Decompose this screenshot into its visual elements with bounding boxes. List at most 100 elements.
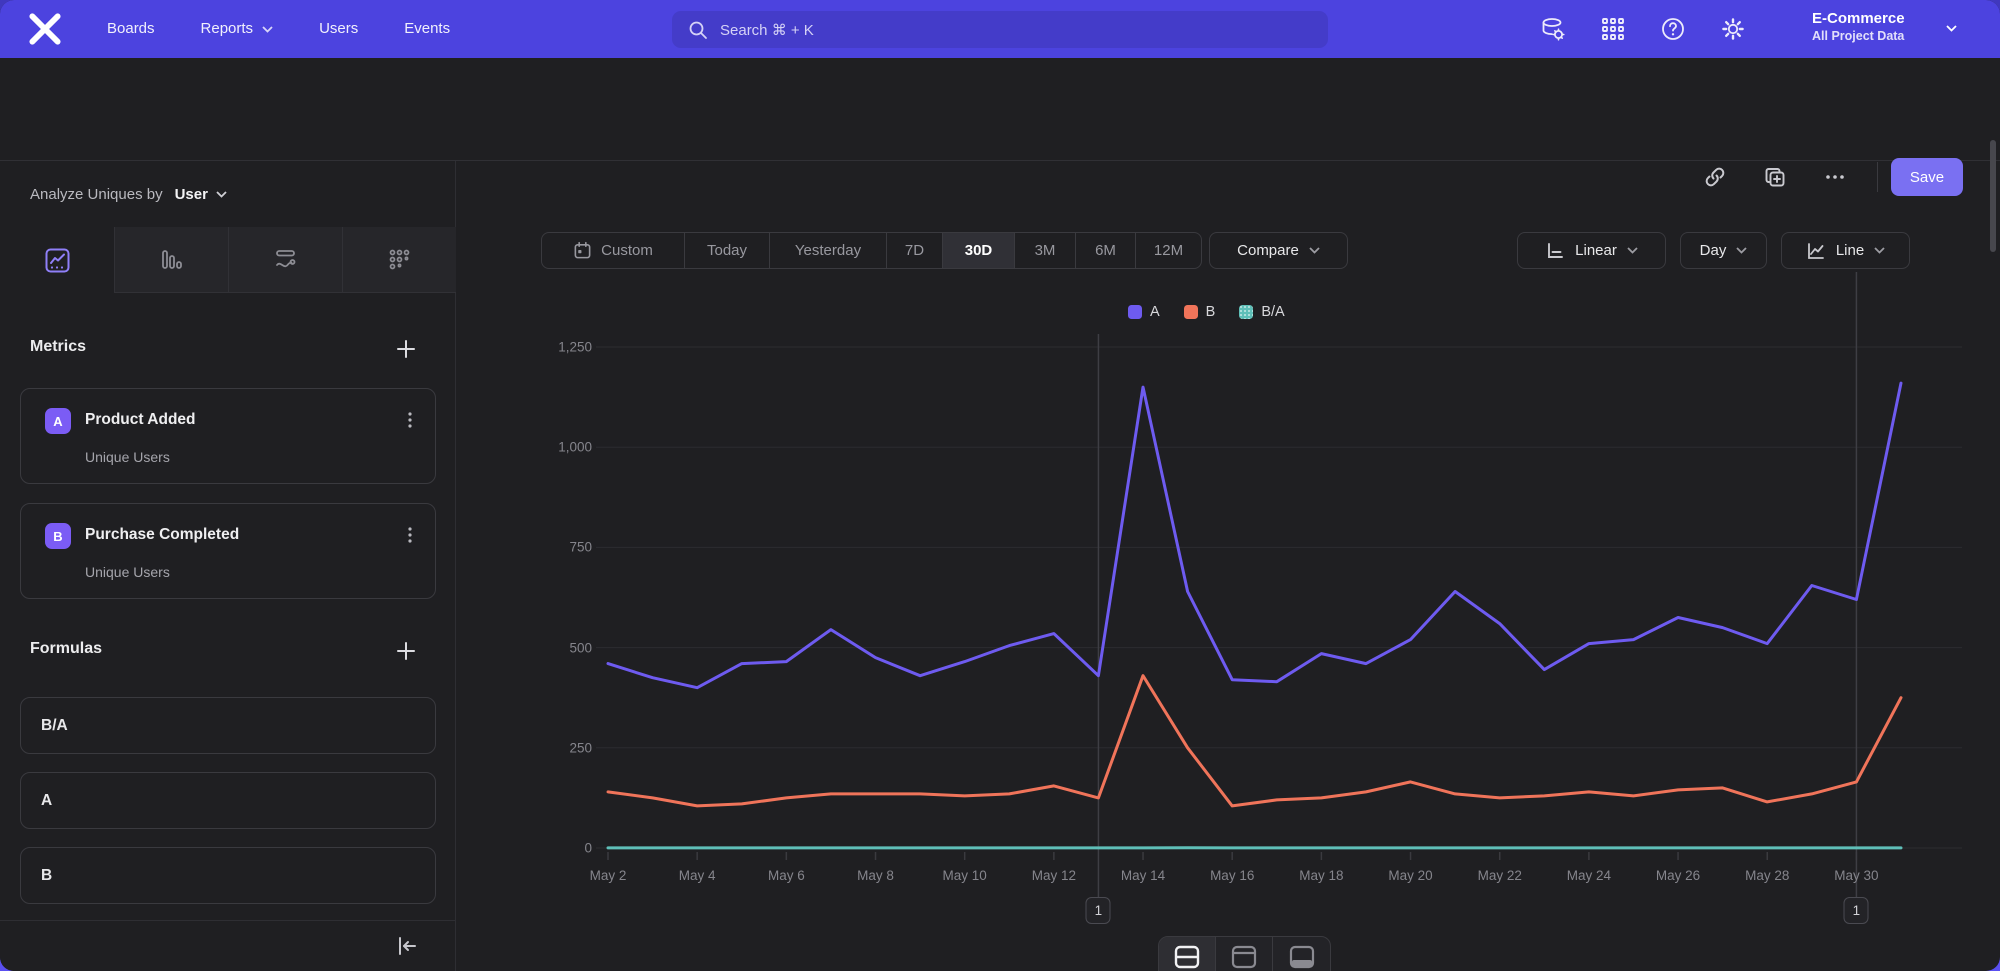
metric-name: Product Added [85, 411, 196, 429]
kebab-menu-icon[interactable] [399, 524, 421, 546]
search-icon [688, 20, 708, 40]
calendar-icon [573, 241, 592, 260]
legend-item-b[interactable]: B [1184, 304, 1216, 320]
nav-item-users[interactable]: Users [296, 0, 381, 58]
legend-label: A [1150, 304, 1160, 320]
query-sidebar: Analyze Uniques by User [0, 161, 456, 971]
tab-retention-dots[interactable] [342, 227, 456, 293]
chart-legend: A B B/A [1128, 304, 1285, 320]
range-30d-selected[interactable]: 30D [943, 233, 1015, 268]
y-axis-tick-label: 1,000 [500, 440, 592, 455]
project-selector[interactable]: E-Commerce All Project Data [1812, 10, 1905, 43]
layout-split-view-button[interactable] [1159, 937, 1216, 971]
range-7d[interactable]: 7D [887, 233, 943, 268]
formula-card[interactable]: B [20, 847, 436, 904]
layout-split-icon [1173, 945, 1201, 969]
project-chevron-icon[interactable] [1946, 25, 1957, 32]
chevron-down-icon [1309, 247, 1320, 254]
annotation-badge[interactable]: 1 [1086, 897, 1111, 924]
range-6m[interactable]: 6M [1076, 233, 1136, 268]
chevron-down-icon [1874, 247, 1885, 254]
annotation-badge[interactable]: 1 [1844, 897, 1869, 924]
data-sources-icon[interactable] [1540, 16, 1566, 42]
range-custom[interactable]: Custom [542, 233, 685, 268]
tab-bar-chart[interactable] [114, 227, 228, 293]
header-divider [1877, 162, 1878, 192]
legend-label: B/A [1261, 304, 1284, 320]
linear-axis-icon [1545, 241, 1565, 261]
vertical-scrollbar[interactable] [1990, 140, 1996, 252]
formula-card[interactable]: A [20, 772, 436, 829]
range-label: 12M [1154, 242, 1183, 259]
formula-card[interactable]: B/A [20, 697, 436, 754]
search-placeholder: Search ⌘ + K [720, 21, 814, 39]
settings-gear-icon[interactable] [1720, 16, 1746, 42]
interval-dropdown[interactable]: Day [1680, 232, 1767, 269]
chevron-down-icon [1627, 247, 1638, 254]
nav-item-label: Users [319, 0, 358, 58]
range-today[interactable]: Today [685, 233, 770, 268]
nav-item-boards[interactable]: Boards [84, 0, 178, 58]
project-scope: All Project Data [1812, 29, 1905, 43]
chart-type-dropdown[interactable]: Line [1781, 232, 1910, 269]
range-12m[interactable]: 12M [1136, 233, 1201, 268]
date-range-control: Custom Today Yesterday 7D 30D 3M 6M 12M [541, 232, 1202, 269]
range-3m[interactable]: 3M [1015, 233, 1076, 268]
metric-subtitle[interactable]: Unique Users [85, 564, 170, 580]
legend-item-a[interactable]: A [1128, 304, 1160, 320]
chart-type-label: Line [1836, 242, 1864, 259]
nav-item-label: Reports [201, 0, 254, 58]
metric-card-b[interactable]: B Purchase Completed Unique Users [20, 503, 436, 599]
insights-line-icon [44, 247, 71, 274]
nav-item-events[interactable]: Events [381, 0, 473, 58]
legend-item-ba[interactable]: B/A [1239, 304, 1284, 320]
legend-swatch-ba [1239, 305, 1253, 319]
x-axis-tick-label: May 22 [1478, 868, 1522, 883]
x-axis-tick-label: May 16 [1210, 868, 1254, 883]
collapse-sidebar-icon[interactable] [394, 933, 420, 959]
x-axis-tick-label: May 12 [1032, 868, 1076, 883]
scale-dropdown[interactable]: Linear [1517, 232, 1666, 269]
layout-table-bottom-button[interactable] [1273, 937, 1330, 971]
x-axis-tick-label: May 14 [1121, 868, 1165, 883]
help-icon[interactable] [1660, 16, 1686, 42]
range-yesterday[interactable]: Yesterday [770, 233, 887, 268]
add-formula-button[interactable] [394, 639, 418, 663]
x-axis-tick-label: May 2 [590, 868, 627, 883]
sidebar-footer [0, 920, 456, 971]
save-button[interactable]: Save [1891, 158, 1963, 196]
compare-dropdown[interactable]: Compare [1209, 232, 1348, 269]
chevron-down-icon [1736, 247, 1747, 254]
formulas-heading: Formulas [30, 640, 102, 658]
tab-flow[interactable] [228, 227, 342, 293]
link-icon[interactable] [1703, 165, 1727, 189]
metrics-heading: Metrics [30, 338, 86, 356]
primary-nav: Boards Reports Users Events [84, 0, 473, 58]
duplicate-icon[interactable] [1763, 165, 1787, 189]
nav-icon-group [1540, 0, 1746, 58]
mixpanel-logo-icon[interactable] [26, 12, 64, 46]
x-axis-tick-label: May 8 [857, 868, 894, 883]
legend-swatch-b [1184, 305, 1198, 319]
legend-label: B [1206, 304, 1216, 320]
nav-item-reports[interactable]: Reports [178, 0, 297, 58]
layout-chart-top-button[interactable] [1216, 937, 1273, 971]
x-axis-tick-label: May 10 [943, 868, 987, 883]
formula-label: B [41, 867, 52, 885]
range-label: Custom [601, 242, 653, 259]
layout-footer-icon [1288, 945, 1316, 969]
top-nav: Boards Reports Users Events Search ⌘ + K [0, 0, 2000, 58]
bar-chart-icon [158, 246, 185, 273]
tab-insights-line[interactable] [0, 227, 114, 293]
ellipsis-icon[interactable] [1823, 165, 1847, 189]
analyze-by-dropdown[interactable]: User [175, 186, 227, 203]
x-axis-tick-label: May 30 [1834, 868, 1878, 883]
nav-item-label: Events [404, 0, 450, 58]
metric-subtitle[interactable]: Unique Users [85, 449, 170, 465]
add-metric-button[interactable] [394, 337, 418, 361]
apps-grid-icon[interactable] [1600, 16, 1626, 42]
metric-card-a[interactable]: A Product Added Unique Users [20, 388, 436, 484]
compare-label: Compare [1237, 242, 1299, 259]
kebab-menu-icon[interactable] [399, 409, 421, 431]
search-input[interactable]: Search ⌘ + K [672, 11, 1328, 48]
